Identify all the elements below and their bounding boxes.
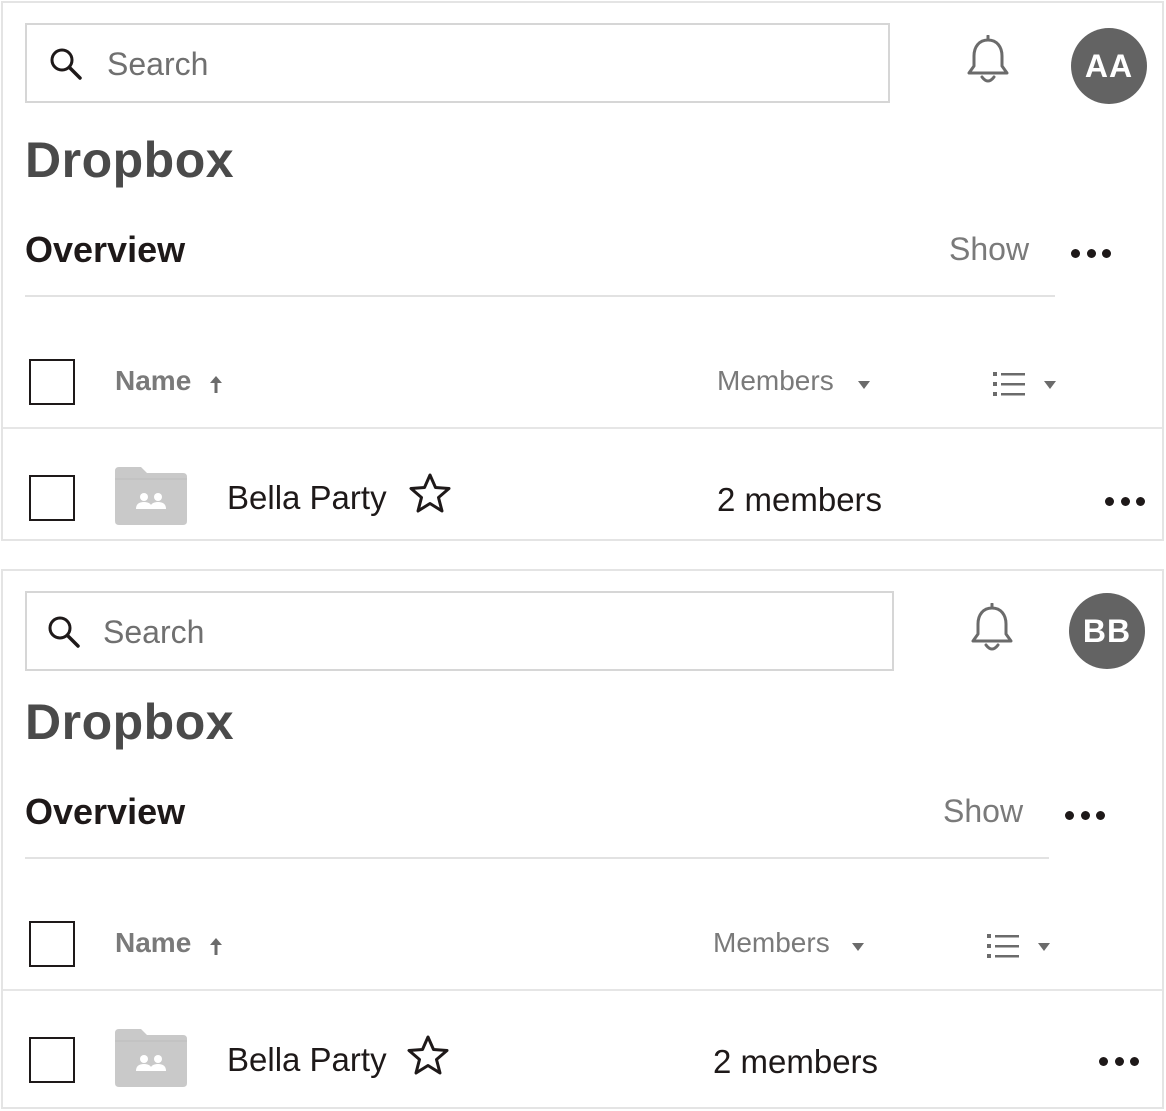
avatar[interactable]: BB <box>1069 593 1145 669</box>
app-title: Dropbox <box>25 132 235 188</box>
search-input[interactable] <box>103 609 863 655</box>
caret-down-icon[interactable] <box>851 942 865 952</box>
folder-name[interactable]: Bella Party <box>227 1041 387 1079</box>
avatar[interactable]: AA <box>1071 28 1147 104</box>
section-title: Overview <box>25 791 186 832</box>
search-box[interactable] <box>25 591 894 671</box>
folder-name[interactable]: Bella Party <box>227 479 387 517</box>
star-icon[interactable] <box>409 473 451 513</box>
caret-down-icon[interactable] <box>857 380 871 390</box>
dropbox-panel-2: BB Dropbox Overview Show Name Members Be… <box>1 569 1164 1109</box>
shared-folder-icon <box>115 1029 187 1087</box>
more-icon[interactable] <box>1071 247 1111 259</box>
row-checkbox[interactable] <box>29 475 75 521</box>
column-header-name[interactable]: Name <box>115 927 191 959</box>
bell-icon[interactable] <box>965 35 1011 87</box>
search-input[interactable] <box>107 41 867 87</box>
column-header-members[interactable]: Members <box>713 927 830 959</box>
divider <box>25 295 1055 297</box>
app-title: Dropbox <box>25 694 235 750</box>
star-icon[interactable] <box>407 1035 449 1075</box>
members-count: 2 members <box>713 1043 879 1080</box>
select-all-checkbox[interactable] <box>29 921 75 967</box>
list-view-icon[interactable] <box>993 371 1025 397</box>
sort-up-icon[interactable] <box>208 935 224 957</box>
sort-up-icon[interactable] <box>208 373 224 395</box>
divider <box>3 427 1162 429</box>
section-title: Overview <box>25 229 186 270</box>
search-box[interactable] <box>25 23 890 103</box>
dropbox-panel-1: AA Dropbox Overview Show Name Members Be… <box>1 1 1164 541</box>
list-view-icon[interactable] <box>987 933 1019 959</box>
column-header-name[interactable]: Name <box>115 365 191 397</box>
shared-folder-icon <box>115 467 187 525</box>
caret-down-icon[interactable] <box>1037 942 1051 952</box>
divider <box>25 857 1049 859</box>
show-link[interactable]: Show <box>943 793 1023 830</box>
search-icon <box>50 48 82 80</box>
more-icon[interactable] <box>1065 809 1105 821</box>
more-icon[interactable] <box>1105 495 1145 507</box>
bell-icon[interactable] <box>969 603 1015 655</box>
more-icon[interactable] <box>1099 1055 1139 1067</box>
row-checkbox[interactable] <box>29 1037 75 1083</box>
caret-down-icon[interactable] <box>1043 380 1057 390</box>
divider <box>3 989 1162 991</box>
show-link[interactable]: Show <box>949 231 1029 268</box>
select-all-checkbox[interactable] <box>29 359 75 405</box>
column-header-members[interactable]: Members <box>717 365 834 397</box>
members-count: 2 members <box>717 481 883 518</box>
search-icon <box>48 616 80 648</box>
